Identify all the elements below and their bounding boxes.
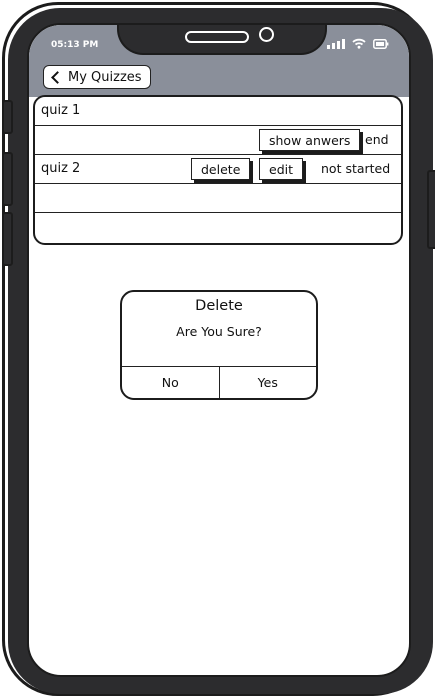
chevron-left-icon bbox=[51, 70, 64, 84]
dialog-title: Delete bbox=[195, 298, 243, 314]
speaker-icon bbox=[185, 31, 249, 43]
mute-switch bbox=[2, 100, 13, 134]
quiz-name: quiz 2 bbox=[41, 161, 81, 176]
yes-button[interactable]: Yes bbox=[218, 367, 317, 398]
battery-icon bbox=[373, 39, 389, 49]
notch bbox=[117, 25, 327, 55]
edit-button[interactable]: edit bbox=[259, 158, 303, 180]
volume-up-button bbox=[2, 152, 13, 206]
dialog-message: Are You Sure? bbox=[176, 324, 262, 339]
wifi-icon bbox=[352, 38, 366, 49]
no-button[interactable]: No bbox=[122, 367, 219, 398]
delete-button[interactable]: delete bbox=[191, 158, 251, 180]
quiz-status: end bbox=[365, 132, 389, 147]
dialog-buttons: No Yes bbox=[122, 366, 316, 398]
show-answers-button[interactable]: show anwers bbox=[259, 129, 361, 151]
list-item-empty bbox=[35, 184, 401, 213]
quiz-status: not started bbox=[321, 161, 391, 176]
volume-down-button bbox=[2, 212, 13, 266]
back-button[interactable]: My Quizzes bbox=[43, 65, 151, 89]
quiz-name: quiz 1 bbox=[41, 103, 81, 118]
status-icons bbox=[327, 38, 389, 49]
status-time: 05:13 PM bbox=[51, 40, 99, 50]
list-item-quiz-1[interactable]: quiz 1 bbox=[35, 97, 401, 126]
signal-icon bbox=[327, 39, 345, 49]
list-item-quiz-1-actions: show anwers end bbox=[35, 126, 401, 155]
app-header: 05:13 PM My Quizzes bbox=[29, 25, 409, 97]
back-button-label: My Quizzes bbox=[68, 69, 142, 85]
list-item-empty bbox=[35, 213, 401, 242]
phone-screen: 05:13 PM My Quizzes quiz 1 show anwers e… bbox=[27, 23, 411, 677]
power-button bbox=[427, 170, 435, 249]
quiz-list: quiz 1 show anwers end quiz 2 delete edi… bbox=[33, 95, 403, 245]
list-item-quiz-2[interactable]: quiz 2 delete edit not started bbox=[35, 155, 401, 184]
delete-confirm-dialog: Delete Are You Sure? No Yes bbox=[120, 290, 318, 400]
camera-icon bbox=[259, 27, 274, 42]
